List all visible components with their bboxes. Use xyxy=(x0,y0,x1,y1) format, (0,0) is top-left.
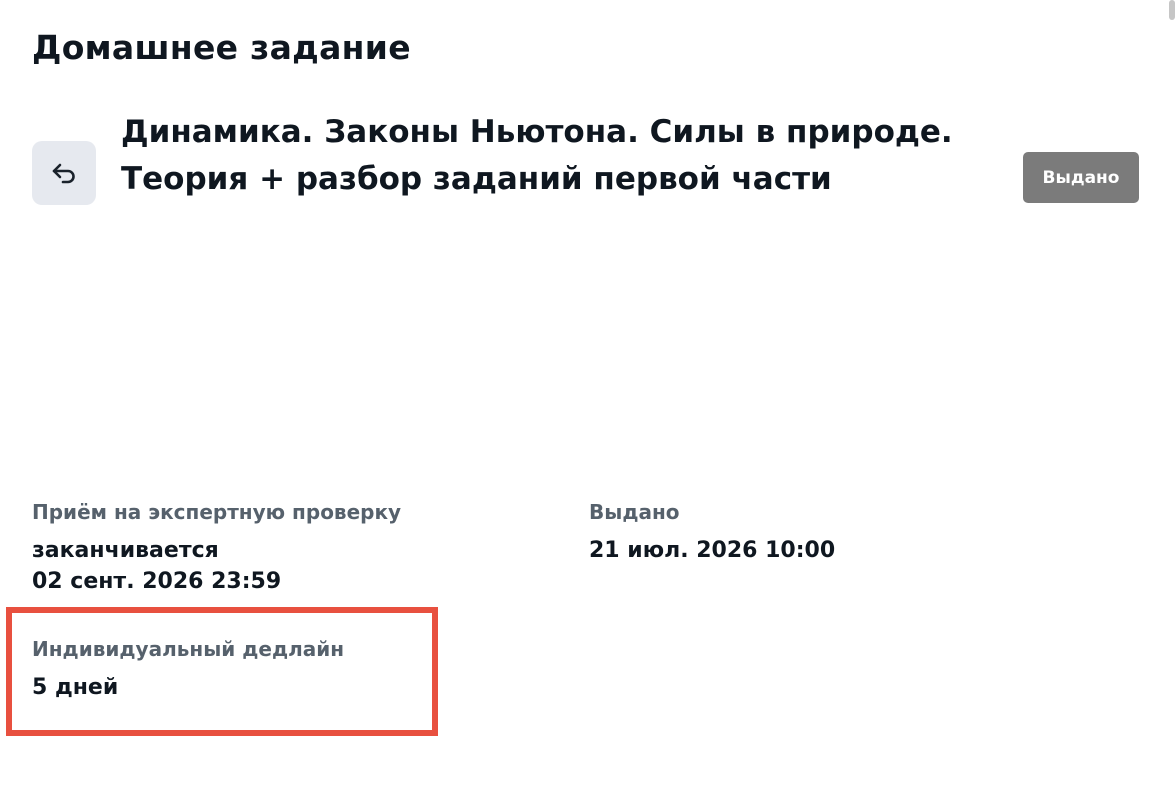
deadline-label: Индивидуальный дедлайн xyxy=(32,637,345,661)
page-title: Домашнее задание xyxy=(32,28,411,67)
issued-label: Выдано xyxy=(589,500,680,524)
lesson-title: Динамика. Законы Ньютона. Силы в природе… xyxy=(121,114,953,197)
review-label: Приём на экспертную проверку xyxy=(32,500,402,524)
deadline-value: 5 дней xyxy=(32,675,119,700)
review-value-date: 02 сент. 2026 23:59 xyxy=(32,569,282,594)
status-badge: Выдано xyxy=(1023,152,1139,203)
review-value-line1: заканчивается xyxy=(32,538,219,563)
undo-arrow-icon xyxy=(52,163,75,184)
issued-value: 21 июл. 2026 10:00 xyxy=(589,538,836,563)
scrollbar[interactable] xyxy=(1169,0,1175,20)
back-button[interactable] xyxy=(32,141,96,205)
